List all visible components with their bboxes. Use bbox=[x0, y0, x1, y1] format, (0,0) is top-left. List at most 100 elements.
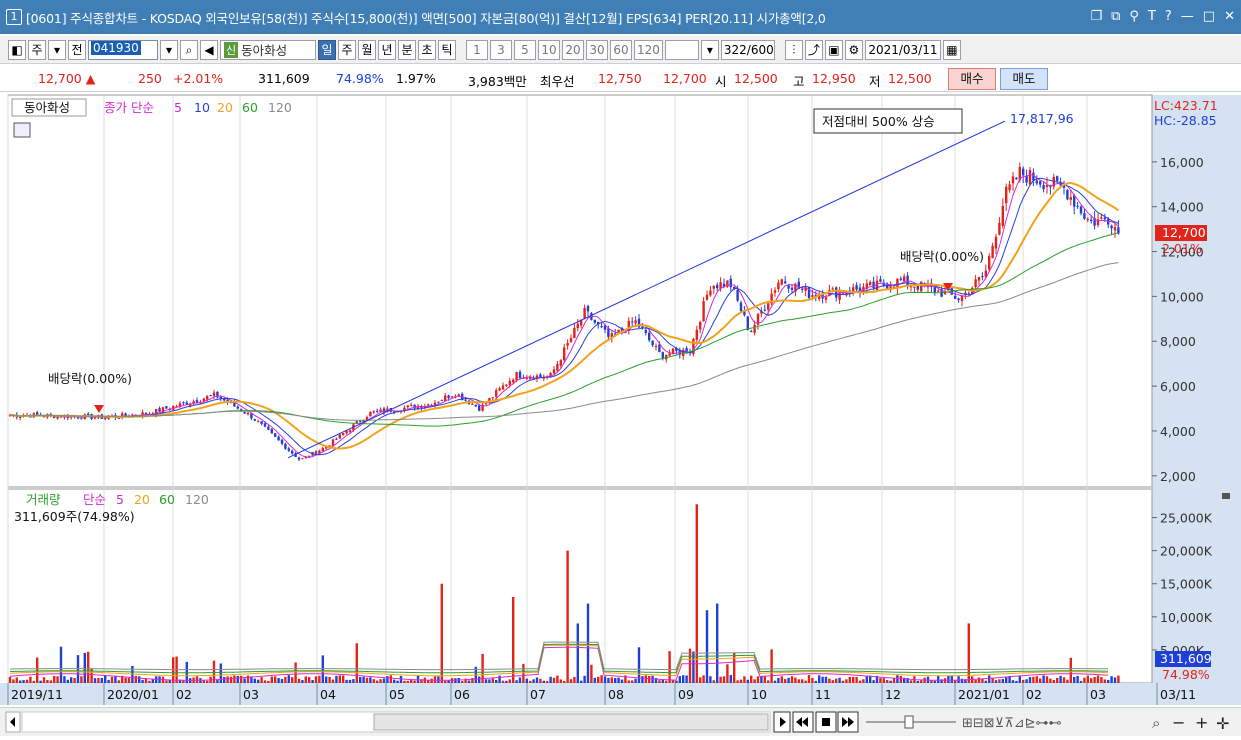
candle-body bbox=[178, 403, 182, 407]
candle-body bbox=[427, 404, 430, 406]
volume-bar bbox=[777, 677, 780, 683]
ma120-label: 120 bbox=[268, 100, 292, 115]
candle-body bbox=[515, 372, 518, 381]
volume-bar bbox=[709, 676, 712, 683]
candle-body bbox=[498, 388, 501, 391]
price-volume-chart[interactable]: 2019/11 2020/01 02 03 04 05 06 07 08 09 10 11 12 2021… bbox=[0, 93, 1241, 707]
speaker-icon[interactable]: ◀ bbox=[200, 39, 218, 60]
tile-icon[interactable]: ⧉ bbox=[1111, 9, 1120, 24]
font-icon[interactable]: T bbox=[1148, 9, 1156, 24]
toolbar-icons[interactable]: ⊞⊟⊠⊻⊼⊿⊵⊶⊷ bbox=[962, 716, 1062, 731]
volume-bar bbox=[233, 675, 236, 683]
volume-bar bbox=[484, 679, 488, 683]
volume-bar bbox=[705, 610, 709, 683]
calendar-icon[interactable]: ▦ bbox=[942, 39, 961, 60]
stock-code-input[interactable]: 041930 bbox=[88, 39, 158, 60]
chevron-down-icon[interactable]: ▾ bbox=[700, 39, 719, 60]
sell-button[interactable]: 매도 bbox=[1000, 68, 1048, 90]
candle-body bbox=[474, 404, 477, 407]
candle-body bbox=[1076, 205, 1079, 207]
volume-bar bbox=[818, 675, 821, 683]
candle-body bbox=[716, 284, 719, 289]
minute-60[interactable]: 60 bbox=[610, 39, 632, 60]
candle-icon[interactable]: ⫶ bbox=[784, 39, 803, 60]
volume-bar bbox=[1015, 680, 1018, 683]
zoom-slider-handle[interactable] bbox=[904, 715, 914, 729]
x-tick-label: 02 bbox=[176, 687, 192, 702]
candle-body bbox=[634, 320, 637, 324]
restore-icon[interactable]: ❐ bbox=[1090, 9, 1102, 24]
search-icon[interactable]: ⌕ bbox=[180, 39, 198, 60]
custom-period-input[interactable] bbox=[664, 39, 699, 60]
panel-menu-icon[interactable] bbox=[1222, 493, 1230, 499]
period-month[interactable]: 월 bbox=[358, 39, 376, 60]
chevron-down-icon[interactable]: ▾ bbox=[48, 39, 66, 60]
period-week[interactable]: 주 bbox=[338, 39, 356, 60]
market-button[interactable]: 전 bbox=[68, 39, 86, 60]
y-tick-label: 20,000K bbox=[1160, 544, 1213, 559]
volume-bar bbox=[240, 675, 243, 683]
current-volume-ratio: 74.98% bbox=[1162, 667, 1210, 682]
open-price: 12,500 bbox=[734, 71, 778, 86]
period-second[interactable]: 초 bbox=[418, 39, 436, 60]
candle-body bbox=[899, 278, 902, 280]
gear-icon[interactable]: ⚙ bbox=[844, 39, 863, 60]
minute-5[interactable]: 5 bbox=[514, 39, 536, 60]
period-day[interactable]: 일 bbox=[318, 39, 336, 60]
volume-bar bbox=[430, 678, 433, 683]
date-input[interactable]: 2021/03/11 bbox=[864, 39, 941, 60]
candle-body bbox=[253, 419, 256, 421]
candle-body bbox=[297, 457, 301, 460]
period-year[interactable]: 년 bbox=[378, 39, 396, 60]
type-select[interactable]: 주 bbox=[28, 39, 46, 60]
title-bar[interactable]: 1 [0601] 주식종합차트 - KOSDAQ 외국인보유[58(천)] 주식… bbox=[0, 0, 1241, 34]
candle-body bbox=[1001, 206, 1004, 226]
volume-bar bbox=[828, 678, 831, 683]
scroll-thumb[interactable] bbox=[373, 713, 769, 731]
zoom-in-icon[interactable]: + bbox=[1195, 713, 1208, 732]
trend-icon[interactable]: ⤴ bbox=[804, 39, 823, 60]
zoom-out-icon[interactable]: − bbox=[1172, 713, 1185, 732]
minimize-icon[interactable]: — bbox=[1181, 9, 1194, 24]
save-icon[interactable]: ▣ bbox=[824, 39, 843, 60]
count-input[interactable]: 322/600 bbox=[720, 39, 775, 60]
chevron-down-icon[interactable]: ▾ bbox=[160, 39, 178, 60]
minute-10[interactable]: 10 bbox=[538, 39, 560, 60]
volume-bar bbox=[365, 677, 369, 683]
minute-20[interactable]: 20 bbox=[562, 39, 584, 60]
minute-30[interactable]: 30 bbox=[586, 39, 608, 60]
volume-bar bbox=[297, 678, 301, 683]
window-link-icon[interactable]: ◧ bbox=[8, 39, 26, 60]
minute-3[interactable]: 3 bbox=[490, 39, 512, 60]
volume-bar bbox=[104, 675, 107, 683]
chart-area[interactable]: 2019/11 2020/01 02 03 04 05 06 07 08 09 10 11 12 2021… bbox=[0, 93, 1241, 707]
volume-bar bbox=[811, 677, 814, 683]
period-minute[interactable]: 분 bbox=[398, 39, 416, 60]
candle-body bbox=[702, 301, 705, 322]
volume-bar bbox=[36, 657, 39, 683]
candle-body bbox=[556, 363, 559, 371]
volume-bar bbox=[641, 676, 644, 683]
volume-bar bbox=[974, 679, 977, 683]
help-icon[interactable]: ? bbox=[1165, 9, 1172, 24]
volume-bar bbox=[967, 623, 970, 683]
x-tick-label: 06 bbox=[454, 687, 470, 702]
buy-button[interactable]: 매수 bbox=[948, 68, 996, 90]
volume-bar bbox=[172, 657, 175, 683]
period-tick[interactable]: 틱 bbox=[438, 39, 456, 60]
minute-1[interactable]: 1 bbox=[466, 39, 488, 60]
maximize-icon[interactable]: □ bbox=[1203, 9, 1215, 24]
volume-bar bbox=[515, 680, 518, 683]
volume-bar bbox=[93, 678, 97, 683]
pin-icon[interactable]: ⚲ bbox=[1129, 9, 1139, 24]
zoom-icon[interactable]: ⌕ bbox=[1152, 714, 1160, 732]
volume-bar bbox=[597, 676, 600, 683]
volume-bar bbox=[882, 678, 885, 683]
volume-bar bbox=[865, 676, 868, 683]
minute-120[interactable]: 120 bbox=[634, 39, 663, 60]
trade-amount: 3,983백만 bbox=[468, 74, 527, 89]
table-icon[interactable] bbox=[13, 122, 31, 138]
close-icon[interactable]: ✕ bbox=[1224, 9, 1235, 24]
move-icon[interactable]: ✛ bbox=[1216, 714, 1229, 733]
volume-bar bbox=[862, 679, 865, 683]
